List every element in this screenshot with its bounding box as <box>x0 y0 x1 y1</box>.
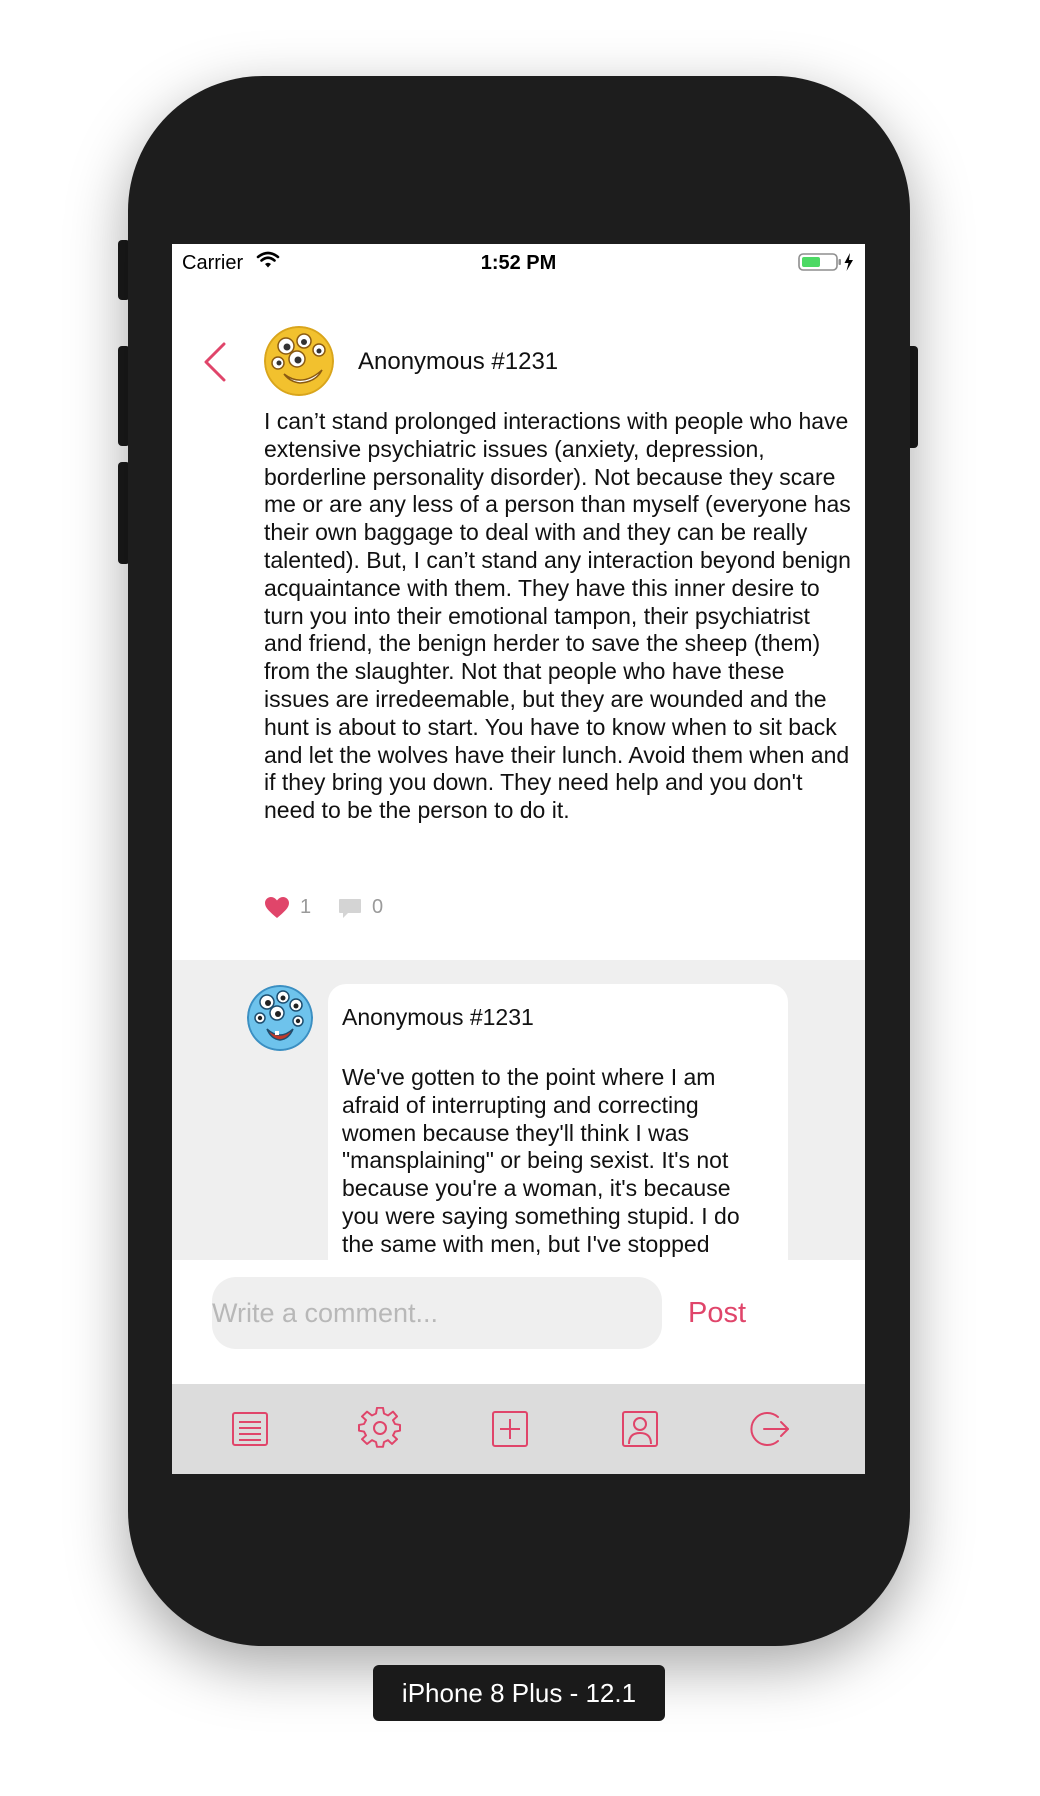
post-author: Anonymous #1231 <box>358 348 559 375</box>
back-chevron-icon[interactable] <box>202 342 228 387</box>
gear-icon[interactable] <box>358 1407 402 1451</box>
comment-body: We've gotten to the point where I am afr… <box>342 1064 740 1257</box>
post-body: I can’t stand prolonged interactions wit… <box>264 408 851 824</box>
status-bar: Carrier 1:52 PM <box>172 244 865 284</box>
profile-icon[interactable] <box>618 1407 662 1451</box>
tab-bar <box>172 1384 865 1474</box>
heart-icon[interactable] <box>264 896 290 925</box>
comment-input[interactable] <box>212 1277 662 1349</box>
status-time: 1:52 PM <box>480 252 557 274</box>
comments-list[interactable]: Anonymous #1231 We've gotten to the poin… <box>172 960 865 1260</box>
add-icon[interactable] <box>488 1407 532 1451</box>
comment-composer: Post <box>172 1260 865 1384</box>
comment-count: 0 <box>372 896 384 918</box>
comment-bubble: Anonymous #1231 We've gotten to the poin… <box>328 984 788 1260</box>
like-count: 1 <box>300 896 312 918</box>
comment-author: Anonymous #1231 <box>342 1004 534 1030</box>
list-icon[interactable] <box>228 1407 272 1451</box>
avatar <box>264 326 334 396</box>
screen: Carrier 1:52 PM Anonymous #1231 I can’t … <box>172 244 865 1474</box>
post-button[interactable]: Post <box>688 1290 746 1336</box>
blue-monster-avatar-icon <box>247 985 313 1051</box>
yellow-monster-avatar-icon <box>264 326 334 396</box>
post-actions: 1 0 <box>264 894 564 924</box>
avatar <box>247 985 313 1051</box>
logout-icon[interactable] <box>748 1407 792 1451</box>
battery-charging-icon <box>798 252 856 277</box>
speech-bubble-icon[interactable] <box>338 898 362 925</box>
device-label: iPhone 8 Plus - 12.1 <box>373 1665 665 1721</box>
